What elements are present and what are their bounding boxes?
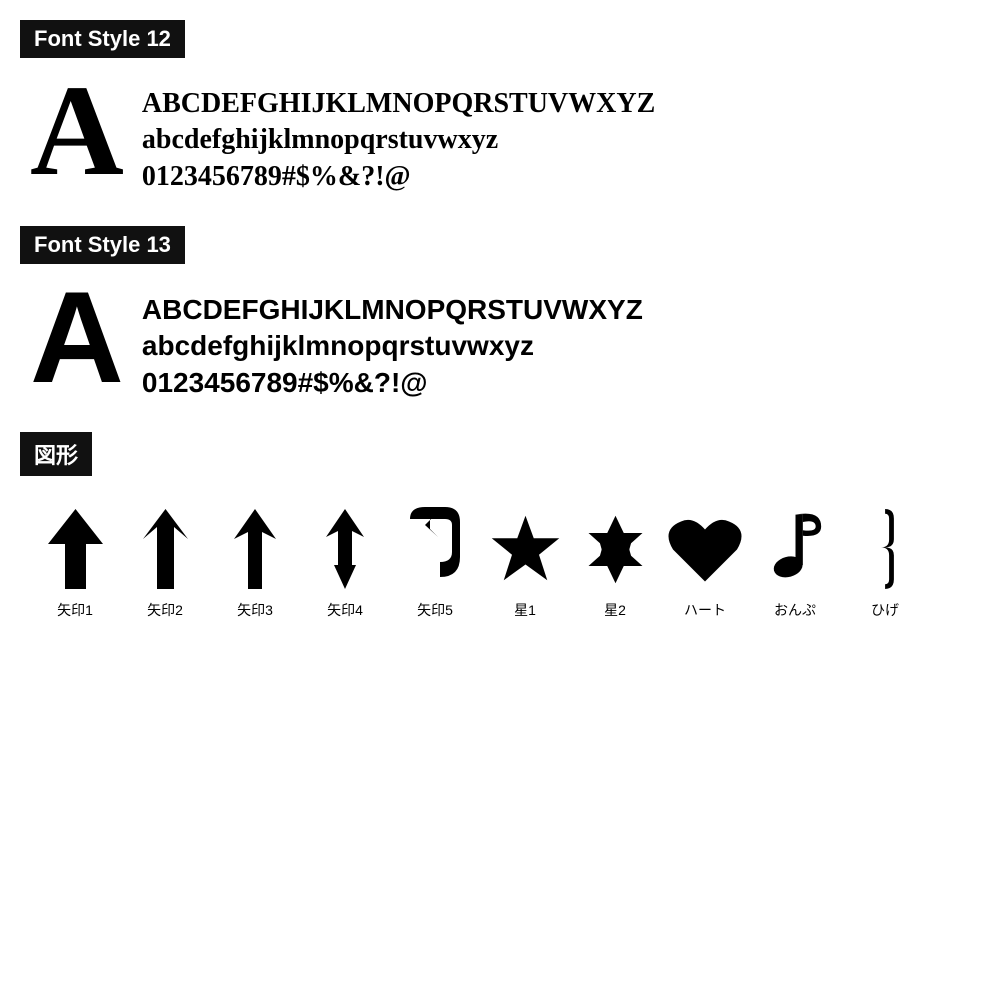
font12-numbers: 0123456789#$%&?!@ [142, 159, 655, 195]
font13-demo: A ABCDEFGHIJKLMNOPQRSTUVWXYZ abcdefghijk… [20, 282, 980, 402]
arrow4-label: 矢印4 [327, 600, 363, 620]
music-note-label: おんぷ [774, 600, 816, 620]
heart-icon [665, 504, 745, 594]
arrow5-label: 矢印5 [417, 600, 453, 620]
heart-label: ハート [684, 600, 726, 620]
font-style-12-section: Font Style 12 A ABCDEFGHIJKLMNOPQRSTUVWX… [20, 20, 980, 196]
music-note-icon [768, 504, 823, 594]
shape-arrow3: 矢印3 [210, 504, 300, 620]
font13-big-letter: A [30, 272, 124, 402]
font12-alphabet: ABCDEFGHIJKLMNOPQRSTUVWXYZ abcdefghijklm… [142, 76, 655, 195]
font13-header: Font Style 13 [20, 226, 185, 264]
font13-alphabet: ABCDEFGHIJKLMNOPQRSTUVWXYZ abcdefghijklm… [142, 282, 643, 401]
shape-star2: 星2 [570, 504, 660, 620]
star1-label: 星1 [514, 600, 536, 620]
mustache-label: ひげ [871, 600, 899, 620]
shapes-header: 図形 [20, 432, 92, 476]
shape-arrow1: 矢印1 [30, 504, 120, 620]
arrow3-label: 矢印3 [237, 600, 273, 620]
star1-icon [488, 504, 563, 594]
mustache-icon [868, 504, 903, 594]
font13-uppercase: ABCDEFGHIJKLMNOPQRSTUVWXYZ [142, 292, 643, 328]
font-style-13-section: Font Style 13 A ABCDEFGHIJKLMNOPQRSTUVWX… [20, 226, 980, 402]
arrow5-icon [410, 504, 460, 594]
font12-header: Font Style 12 [20, 20, 185, 58]
font12-uppercase: ABCDEFGHIJKLMNOPQRSTUVWXYZ [142, 86, 655, 122]
font13-lowercase: abcdefghijklmnopqrstuvwxyz [142, 328, 643, 364]
arrow3-icon [234, 504, 276, 594]
shapes-section: 図形 矢印1 矢印2 [20, 432, 980, 620]
arrow2-label: 矢印2 [147, 600, 183, 620]
arrow1-label: 矢印1 [57, 600, 93, 620]
shape-heart: ハート [660, 504, 750, 620]
shape-arrow2: 矢印2 [120, 504, 210, 620]
font13-numbers: 0123456789#$%&?!@ [142, 365, 643, 401]
shape-mustache: ひげ [840, 504, 930, 620]
star2-label: 星2 [604, 600, 626, 620]
shape-star1: 星1 [480, 504, 570, 620]
shapes-row: 矢印1 矢印2 矢印3 [20, 504, 980, 620]
shape-arrow5: 矢印5 [390, 504, 480, 620]
font12-lowercase: abcdefghijklmnopqrstuvwxyz [142, 122, 655, 158]
shape-music-note: おんぷ [750, 504, 840, 620]
shape-arrow4: 矢印4 [300, 504, 390, 620]
arrow2-icon [143, 504, 188, 594]
font12-big-letter: A [30, 66, 124, 196]
arrow1-icon [48, 504, 103, 594]
star2-icon [578, 504, 653, 594]
font12-demo: A ABCDEFGHIJKLMNOPQRSTUVWXYZ abcdefghijk… [20, 76, 980, 196]
arrow4-icon [326, 504, 364, 594]
